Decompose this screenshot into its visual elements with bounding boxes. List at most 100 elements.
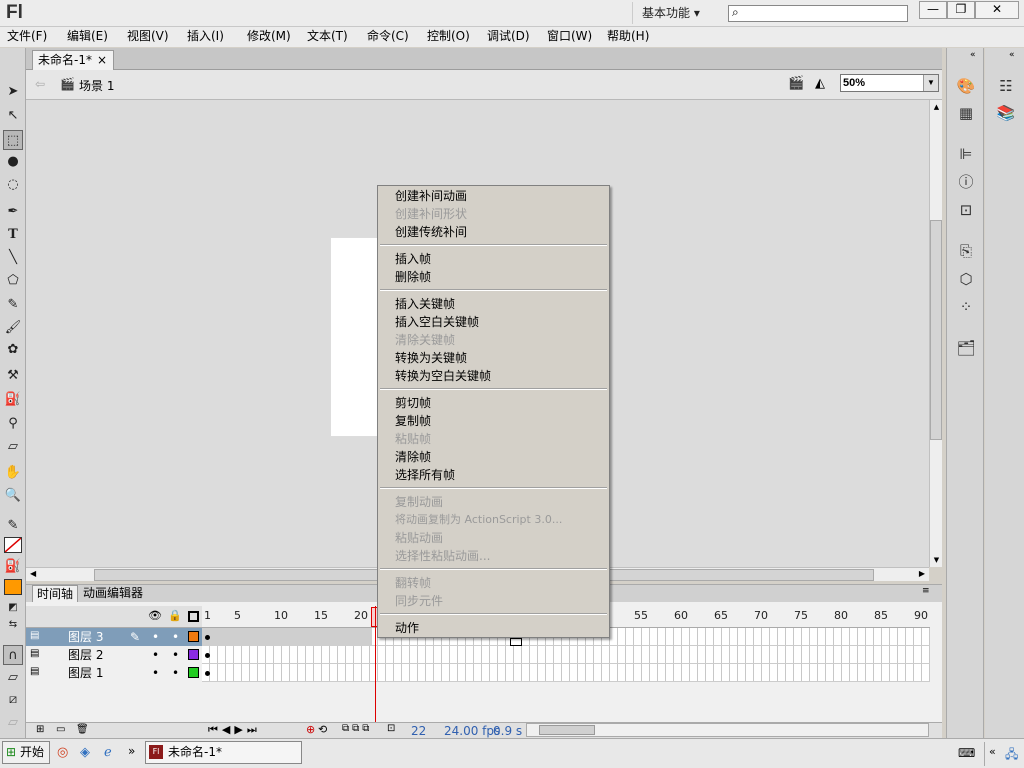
properties-panel-icon[interactable]: ☷ [994,75,1018,97]
scroll-left-icon[interactable]: ◀ [30,569,36,578]
zoom-tool-icon[interactable]: 🔍 [3,486,23,506]
align-panel-icon[interactable]: ⊫ [954,143,978,165]
ie-icon[interactable]: ℯ [104,745,112,760]
more-icon[interactable]: » [128,744,135,758]
collapse-panel-icon-2[interactable]: « [1009,50,1015,60]
scroll-down-icon[interactable]: ▼ [931,553,942,567]
hand-tool-icon[interactable]: ✋ [3,463,23,483]
layer-color-swatch[interactable] [188,649,199,660]
fill-color-swatch[interactable] [4,579,22,595]
new-layer-icon[interactable]: ⊞ [36,724,44,735]
collapse-panel-icon[interactable]: « [970,50,976,60]
menu-insert[interactable]: 插入(I) [187,27,224,47]
layer-color-swatch[interactable] [188,667,199,678]
menu-debug[interactable]: 调试(D) [487,27,530,47]
layer-row-2[interactable]: 图层 2 • • [26,646,202,664]
outline-icon[interactable] [188,611,199,622]
menu-modify[interactable]: 修改(M) [247,27,291,47]
menu-clear-keyframe[interactable]: 清除关键帧 [395,331,455,349]
stage-canvas[interactable] [330,237,380,437]
layer-color-swatch[interactable] [188,631,199,642]
eyedropper-tool-icon[interactable]: ⚲ [3,414,23,434]
menu-insert-keyframe[interactable]: 插入关键帧 [395,295,455,313]
explorer-icon[interactable]: ◈ [80,745,90,760]
scale-icon[interactable]: ▱ [3,713,23,733]
line-tool-icon[interactable]: ╲ [3,248,23,268]
taskbar-flash-app[interactable]: Fl 未命名-1* [145,741,302,764]
subselection-tool-icon[interactable]: ↖ [3,106,23,126]
zoom-select[interactable]: 50% ▼ [840,74,939,92]
menu-help[interactable]: 帮助(H) [607,27,649,47]
back-arrow-icon[interactable]: ⇦ [35,77,45,91]
color-panel-icon[interactable]: 🎨 [954,75,978,97]
timeline-hscroll[interactable] [526,723,929,737]
actions-panel-icon[interactable]: ⎘ [954,240,978,262]
straighten-icon[interactable]: ⧄ [3,690,23,710]
loop-icon[interactable]: ⟲ [318,723,327,736]
menu-copy-motion-as-as3[interactable]: 将动画复制为 ActionScript 3.0... [395,511,562,529]
current-frame-value[interactable]: 22 [411,724,426,738]
3d-rotation-tool-icon[interactable]: ● [3,152,23,172]
lasso-tool-icon[interactable]: ◌ [3,175,23,195]
keyframe[interactable] [205,635,210,640]
layer-row-1[interactable]: 图层 1 • • [26,664,202,682]
menu-file[interactable]: 文件(F) [7,27,47,47]
lock-dot[interactable]: • [172,646,179,664]
menu-paste-motion[interactable]: 粘贴动画 [395,529,443,547]
start-button[interactable]: ⊞ 开始 [2,741,50,764]
bone-tool-icon[interactable]: ⚒ [3,366,23,386]
info-panel-icon[interactable]: ⓘ [954,171,978,193]
brush-tool-icon[interactable]: 🖌 [3,318,23,338]
menu-copy-frames[interactable]: 复制帧 [395,412,431,430]
menu-clear-frames[interactable]: 清除帧 [395,448,431,466]
keyboard-icon[interactable]: ⌨ [958,746,975,760]
edit-symbols-icon[interactable]: ◭ [815,76,825,91]
tab-motion-editor[interactable]: 动画编辑器 [79,585,147,602]
timeline-hscroll-thumb[interactable] [539,725,595,735]
menu-paste-frames[interactable]: 粘贴帧 [395,430,431,448]
menu-select-all-frames[interactable]: 选择所有帧 [395,466,455,484]
menu-copy-motion[interactable]: 复制动画 [395,493,443,511]
menu-convert-to-blank-keyframes[interactable]: 转换为空白关键帧 [395,367,491,385]
pen-tool-icon[interactable]: ✒ [3,202,23,222]
visibility-dot[interactable]: • [152,646,159,664]
menu-remove-frames[interactable]: 删除帧 [395,268,431,286]
vertical-scroll-thumb[interactable] [930,220,942,440]
tab-timeline[interactable]: 时间轴 [32,585,79,602]
center-frame-icon[interactable]: ⊕ [306,723,315,736]
text-tool-icon[interactable]: T [3,225,23,245]
eraser-tool-icon[interactable]: ▱ [3,437,23,457]
time-value[interactable]: 0.9 s [493,724,522,738]
search-input[interactable]: ⌕ [728,5,908,22]
keyframe[interactable] [205,653,210,658]
chrome-icon[interactable]: ◎ [57,745,68,760]
layer-row-3[interactable]: 图层 3 ✎ • • [26,628,202,646]
menu-create-motion-tween[interactable]: 创建补间动画 [395,187,467,205]
menu-control[interactable]: 控制(O) [427,27,470,47]
visibility-dot[interactable]: • [152,664,159,682]
workspace-switcher[interactable]: 基本功能 ▾ [632,2,716,24]
keyframe[interactable] [205,671,210,676]
menu-insert-frame[interactable]: 插入帧 [395,250,431,268]
delete-layer-icon[interactable]: 🗑 [76,724,89,735]
motion-presets-panel-icon[interactable]: ⁘ [954,296,978,318]
swatches-panel-icon[interactable]: ▦ [954,102,978,124]
menu-convert-to-keyframes[interactable]: 转换为关键帧 [395,349,467,367]
transform-panel-icon[interactable]: ⊡ [954,199,978,221]
menu-paste-motion-special[interactable]: 选择性粘贴动画... [395,547,490,565]
snap-to-objects-icon[interactable]: ∩ [3,645,23,665]
fps-value[interactable]: 24.00 fps [444,724,500,738]
free-transform-tool-icon[interactable]: ⬚ [3,130,23,150]
scroll-up-icon[interactable]: ▲ [931,100,942,114]
rectangle-tool-icon[interactable]: ⬠ [3,271,23,291]
stroke-color-swatch[interactable] [4,537,22,553]
scroll-right-icon[interactable]: ▶ [919,569,925,578]
eye-icon[interactable]: 👁 [148,609,162,622]
selected-frame-span[interactable] [202,628,372,646]
lock-dot[interactable]: • [172,664,179,682]
menu-create-shape-tween[interactable]: 创建补间形状 [395,205,467,223]
lock-icon[interactable]: 🔒 [168,609,182,622]
vertical-scrollbar[interactable]: ▲ ▼ [929,100,942,567]
minimize-button[interactable]: — [919,1,947,19]
menu-edit[interactable]: 编辑(E) [67,27,108,47]
